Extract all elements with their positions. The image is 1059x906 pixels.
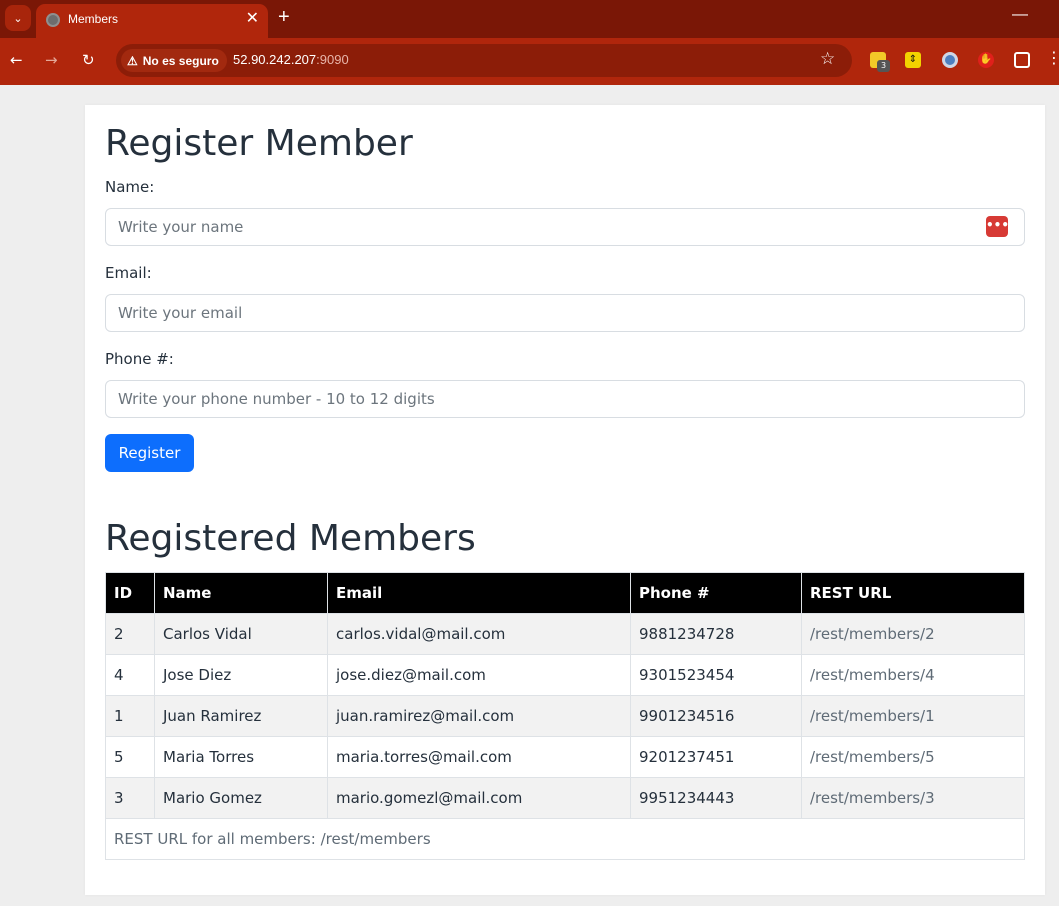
cell-id: 1 — [105, 695, 155, 737]
column-header-phone: Phone # — [630, 572, 802, 614]
members-heading: Registered Members — [105, 518, 476, 559]
name-input[interactable] — [105, 208, 1025, 246]
cell-id: 3 — [105, 777, 155, 819]
not-secure-chip[interactable]: ⚠ No es seguro — [121, 49, 227, 72]
cell-email: mario.gomezl@mail.com — [327, 777, 631, 819]
cell-phone: 9901234516 — [630, 695, 802, 737]
cell-phone: 9881234728 — [630, 613, 802, 655]
tab-title: Members — [68, 12, 119, 26]
email-input[interactable] — [105, 294, 1025, 332]
scroll-extension-icon[interactable]: ⇕ — [905, 52, 921, 68]
cell-email: carlos.vidal@mail.com — [327, 613, 631, 655]
column-header-name: Name — [154, 572, 328, 614]
table-footer-row: REST URL for all members: /rest/members — [105, 818, 1025, 860]
register-button[interactable]: Register — [105, 434, 194, 472]
column-header-id: ID — [105, 572, 155, 614]
minimize-window-button[interactable]: — — [1012, 6, 1028, 24]
extensions-puzzle-icon[interactable] — [1014, 52, 1030, 68]
cell-phone: 9201237451 — [630, 736, 802, 778]
not-secure-label: No es seguro — [142, 53, 219, 68]
table-header-row: ID Name Email Phone # REST URL — [105, 572, 1025, 614]
browser-tab-bar: ⌄ Members ✕ + — — [0, 0, 1059, 38]
cell-name: Juan Ramirez — [154, 695, 328, 737]
new-tab-button[interactable]: + — [278, 6, 290, 28]
password-manager-icon[interactable]: ••• — [986, 216, 1009, 237]
back-arrow-icon[interactable]: ← — [10, 50, 23, 70]
table-row: 5 Maria Torres maria.torres@mail.com 920… — [105, 736, 1025, 778]
globe-icon — [46, 13, 60, 27]
warning-icon: ⚠ — [127, 53, 138, 68]
phone-label: Phone #: — [105, 350, 174, 368]
forward-arrow-icon[interactable]: → — [45, 50, 58, 70]
rest-url-link[interactable]: /rest/members/2 — [801, 613, 1025, 655]
table-row: 1 Juan Ramirez juan.ramirez@mail.com 990… — [105, 695, 1025, 737]
browser-toolbar: ← → ↻ ⚠ No es seguro 52.90.242.207:9090 … — [0, 38, 1059, 85]
browser-tab[interactable]: Members ✕ — [36, 4, 268, 38]
extension-badge: 3 — [877, 60, 890, 72]
hand-extension-icon[interactable]: ✋ — [978, 52, 994, 68]
cell-id: 2 — [105, 613, 155, 655]
page-card: Register Member Name: ••• Email: Phone #… — [85, 105, 1045, 895]
table-row: 3 Mario Gomez mario.gomezl@mail.com 9951… — [105, 777, 1025, 819]
email-label: Email: — [105, 264, 152, 282]
cell-email: jose.diez@mail.com — [327, 654, 631, 696]
bookmark-star-icon[interactable]: ☆ — [820, 49, 835, 69]
cell-name: Jose Diez — [154, 654, 328, 696]
url-text[interactable]: 52.90.242.207:9090 — [233, 52, 349, 67]
reload-icon[interactable]: ↻ — [82, 50, 95, 70]
cell-phone: 9301523454 — [630, 654, 802, 696]
footer-text: REST URL for all members: — [114, 830, 321, 848]
cell-id: 4 — [105, 654, 155, 696]
all-members-footer: REST URL for all members: /rest/members — [105, 818, 1025, 860]
members-table: ID Name Email Phone # REST URL 2 Carlos … — [105, 572, 1025, 860]
table-row: 4 Jose Diez jose.diez@mail.com 930152345… — [105, 654, 1025, 696]
rest-url-link[interactable]: /rest/members/3 — [801, 777, 1025, 819]
cell-id: 5 — [105, 736, 155, 778]
column-header-rest-url: REST URL — [801, 572, 1025, 614]
table-row: 2 Carlos Vidal carlos.vidal@mail.com 988… — [105, 613, 1025, 655]
cell-email: juan.ramirez@mail.com — [327, 695, 631, 737]
rest-url-link[interactable]: /rest/members/4 — [801, 654, 1025, 696]
name-label: Name: — [105, 178, 155, 196]
column-header-email: Email — [327, 572, 631, 614]
rest-url-link[interactable]: /rest/members/1 — [801, 695, 1025, 737]
phone-input[interactable] — [105, 380, 1025, 418]
cell-name: Mario Gomez — [154, 777, 328, 819]
rest-url-link[interactable]: /rest/members/5 — [801, 736, 1025, 778]
cell-name: Maria Torres — [154, 736, 328, 778]
tab-close-icon[interactable]: ✕ — [246, 9, 259, 29]
address-bar[interactable]: ⚠ No es seguro 52.90.242.207:9090 ☆ — [116, 44, 852, 77]
browser-menu-icon[interactable]: ⋮ — [1046, 48, 1059, 67]
tab-search-chevron-icon[interactable]: ⌄ — [5, 5, 31, 31]
url-port: :9090 — [316, 52, 349, 67]
all-members-rest-link[interactable]: /rest/members — [321, 830, 431, 848]
register-heading: Register Member — [105, 123, 413, 164]
cell-name: Carlos Vidal — [154, 613, 328, 655]
circle-extension-icon[interactable] — [942, 52, 958, 68]
cell-email: maria.torres@mail.com — [327, 736, 631, 778]
url-host: 52.90.242.207 — [233, 52, 317, 67]
cell-phone: 9951234443 — [630, 777, 802, 819]
